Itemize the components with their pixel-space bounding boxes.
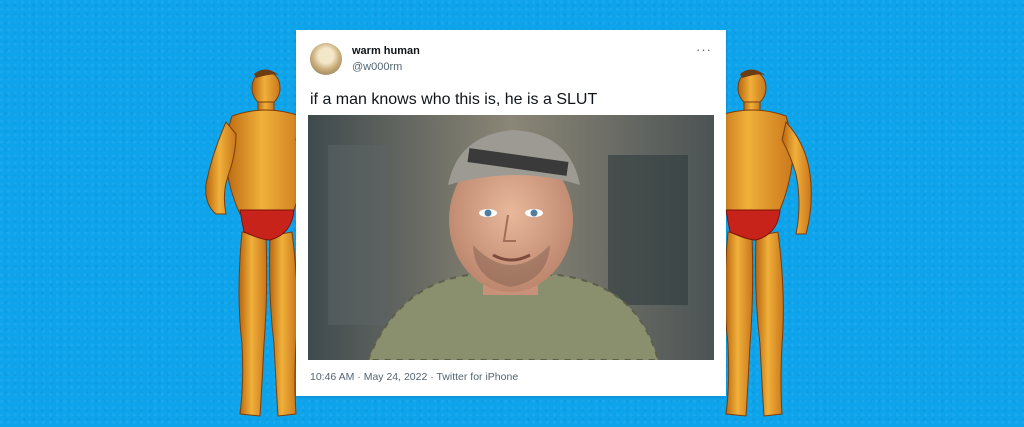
tweet-card[interactable]: warm human @w000rm ··· if a man knows wh… <box>296 30 726 396</box>
display-name[interactable]: warm human <box>352 45 420 57</box>
photo-illustration <box>308 115 714 360</box>
tweet-photo[interactable] <box>308 115 714 360</box>
avatar[interactable] <box>310 43 342 75</box>
handle[interactable]: @w000rm <box>352 61 402 73</box>
tweet-text: if a man knows who this is, he is a SLUT <box>310 91 598 108</box>
ellipsis-icon[interactable]: ··· <box>696 42 712 57</box>
tweet-timestamp[interactable]: 10:46 AM · May 24, 2022 · Twitter for iP… <box>310 371 518 383</box>
